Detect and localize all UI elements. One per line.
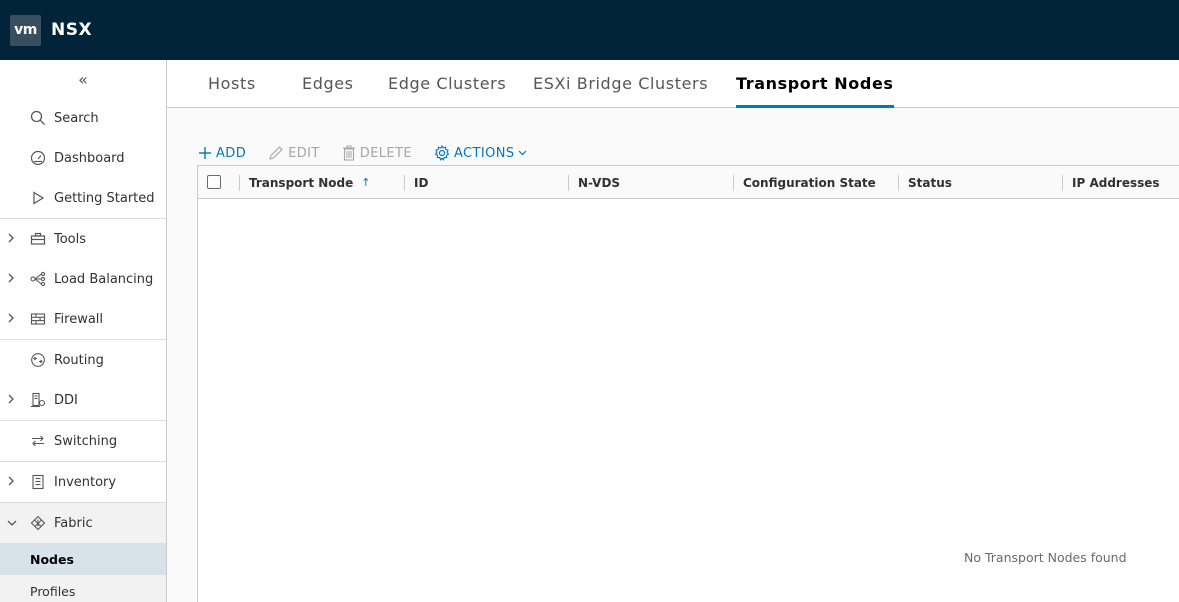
sidebar-subitem-nodes[interactable]: Nodes [0,543,166,575]
column-header-configuration-state[interactable]: Configuration State [743,166,876,199]
chevron-right-icon[interactable] [7,233,17,246]
delete-button[interactable]: DELETE [342,145,412,161]
sidebar-item-label: Routing [54,352,104,368]
tab-bar: Hosts Edges Edge Clusters ESXi Bridge Cl… [167,60,1179,108]
chevron-right-icon[interactable] [7,476,17,489]
chevron-right-icon[interactable] [7,273,17,286]
column-separator[interactable] [733,175,734,191]
column-separator [239,175,240,191]
sidebar-item-label: Getting Started [54,190,155,206]
tab-hosts[interactable]: Hosts [208,74,256,108]
chevron-down-icon[interactable] [7,517,17,530]
sort-ascending-icon[interactable]: ↑ [361,176,370,189]
sidebar-item-label: Inventory [54,474,117,490]
fabric-icon [29,514,47,532]
top-header: vm NSX [0,0,1179,60]
column-header-n-vds[interactable]: N-VDS [578,166,620,199]
column-label: Transport Node [249,175,354,190]
sidebar-item-fabric[interactable]: Fabric [0,503,166,543]
sidebar-item-label: Dashboard [54,150,125,166]
toolbox-icon [29,230,47,248]
dashboard-icon [29,149,47,167]
select-all-checkbox[interactable] [207,175,221,189]
app-title[interactable]: NSX [51,20,92,40]
actions-dropdown[interactable]: ACTIONS [434,145,527,161]
tab-edges[interactable]: Edges [302,74,354,108]
delete-label: DELETE [359,145,412,161]
search-icon [29,109,47,127]
grid-header: Transport Node ↑ ID N-VDS Configuration … [198,166,1179,199]
play-icon [29,189,47,207]
sidebar-subitem-profiles[interactable]: Profiles [0,575,166,602]
column-header-id[interactable]: ID [414,166,428,199]
sidebar-item-firewall[interactable]: Firewall [0,299,166,339]
sidebar-item-dashboard[interactable]: Dashboard [0,138,166,178]
vmware-logo[interactable]: vm [10,14,41,46]
sidebar-nav: « Search Dashboard Getting Started Tools [0,60,167,602]
switch-icon [29,432,47,450]
column-header-status[interactable]: Status [908,166,952,199]
trash-icon [342,145,356,161]
chevron-down-icon [518,150,527,156]
column-separator[interactable] [568,175,569,191]
column-separator[interactable] [898,175,899,191]
empty-grid-message: No Transport Nodes found [964,550,1127,565]
sidebar-item-ddi[interactable]: DDI [0,380,166,420]
add-button[interactable]: ADD [198,146,246,161]
transport-nodes-grid: Transport Node ↑ ID N-VDS Configuration … [197,165,1179,602]
main-content: Hosts Edges Edge Clusters ESXi Bridge Cl… [167,60,1179,602]
collapse-sidebar-button[interactable]: « [0,60,166,98]
sidebar-item-inventory[interactable]: Inventory [0,462,166,502]
actions-label: ACTIONS [453,145,515,161]
edit-button[interactable]: EDIT [268,145,320,161]
sidebar-item-search[interactable]: Search [0,98,166,138]
column-separator[interactable] [404,175,405,191]
double-chevron-left-icon: « [78,69,88,89]
tab-esxi-bridge-clusters[interactable]: ESXi Bridge Clusters [533,74,708,108]
add-label: ADD [216,145,247,161]
gear-icon [434,145,450,161]
chevron-right-icon[interactable] [7,313,17,326]
sidebar-item-label: Fabric [54,515,93,531]
router-icon [29,351,47,369]
sidebar-item-label: Load Balancing [54,271,154,287]
load-balancer-icon [29,270,47,288]
sidebar-item-label: Search [54,110,99,126]
column-header-transport-node[interactable]: Transport Node ↑ [249,166,370,199]
action-toolbar: ADD EDIT DELETE ACTIONS [198,142,549,164]
tab-edge-clusters[interactable]: Edge Clusters [388,74,506,108]
sidebar-item-label: Tools [54,231,87,247]
plus-icon [198,146,212,160]
sidebar-item-switching[interactable]: Switching [0,421,166,461]
sidebar-item-label: Firewall [54,311,104,327]
firewall-icon [29,310,47,328]
sidebar-item-routing[interactable]: Routing [0,340,166,380]
column-separator[interactable] [1062,175,1063,191]
chevron-right-icon[interactable] [7,394,17,407]
sidebar-item-load-balancing[interactable]: Load Balancing [0,259,166,299]
column-header-ip-addresses[interactable]: IP Addresses [1072,166,1160,199]
sidebar-item-label: DDI [54,392,78,408]
sidebar-item-tools[interactable]: Tools [0,219,166,259]
pencil-icon [268,145,284,161]
inventory-icon [29,473,47,491]
edit-label: EDIT [288,145,320,161]
sidebar-item-label: Switching [54,433,118,449]
sidebar-item-getting-started[interactable]: Getting Started [0,178,166,218]
tab-transport-nodes[interactable]: Transport Nodes [736,74,894,108]
ddi-icon [29,391,47,409]
